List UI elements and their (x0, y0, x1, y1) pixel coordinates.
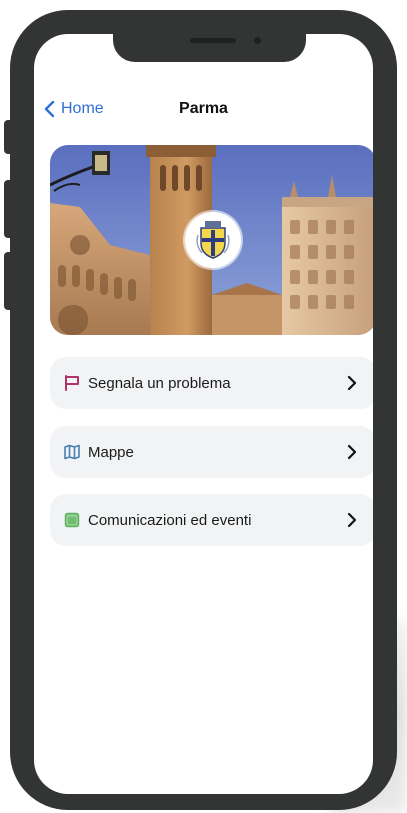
menu-item-segnala[interactable]: Segnala un problema (50, 357, 373, 409)
chevron-right-icon (347, 375, 357, 391)
chevron-right-icon (347, 444, 357, 460)
parma-crest-icon (196, 221, 230, 259)
menu-item-label: Mappe (88, 443, 134, 461)
city-hero-image (50, 145, 373, 335)
menu-item-label: Segnala un problema (88, 374, 231, 392)
calendar-icon (64, 512, 80, 528)
menu-item-label: Comunicazioni ed eventi (88, 511, 252, 529)
phone-notch (113, 28, 306, 62)
city-crest-badge (185, 212, 241, 268)
page-title: Parma (179, 100, 228, 117)
map-icon (64, 444, 80, 460)
flag-icon (64, 375, 80, 391)
phone-camera (254, 37, 261, 44)
phone-speaker (190, 38, 236, 43)
menu-item-comunicazioni[interactable]: Comunicazioni ed eventi (50, 494, 373, 546)
menu-item-mappe[interactable]: Mappe (50, 426, 373, 478)
app-screen: Home Parma Segnala un problema Mappe Com… (34, 34, 373, 794)
chevron-right-icon (347, 512, 357, 528)
